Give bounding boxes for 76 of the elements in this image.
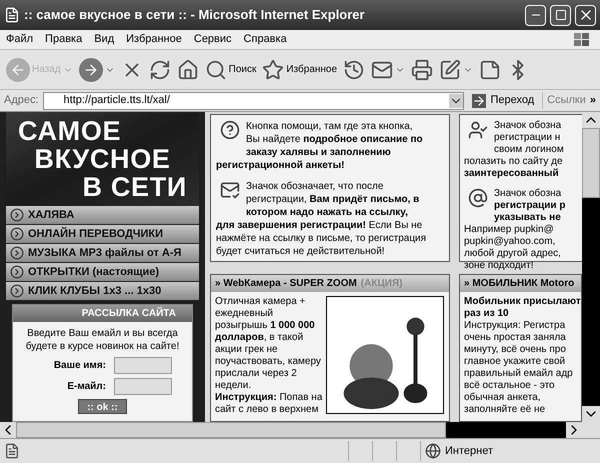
search-icon	[204, 58, 227, 80]
note-icon	[479, 58, 502, 80]
info-text: Кнопка помощи, там где эта кнопка, Вы найдете подробное описание по заказу халявы и заполнению	[246, 120, 423, 159]
at-sign-icon	[468, 188, 488, 208]
field-label: Е-майл:	[67, 380, 106, 394]
logo-text: В СЕТИ	[82, 173, 187, 201]
menu-item[interactable]: Правка	[39, 31, 88, 48]
window-title: :: самое вкусное в сети :: - Microsoft Internet Explorer	[24, 6, 366, 24]
help-icon	[220, 120, 240, 140]
info-text: регистрационной анкеты!	[216, 159, 344, 172]
scroll-thumb[interactable]	[582, 128, 600, 198]
logo-text: САМОЕ	[18, 117, 122, 145]
nav-link[interactable]: ХАЛЯВА	[6, 206, 199, 225]
house-icon	[176, 58, 199, 80]
offer-text: Мобильник присылают раз из 10 Инструкция: Регистра очень простая заняла минуту, всё очень про главное укажите свой правильный емайл адр всё остальное - это обычная анкета, заполняйте её не	[464, 296, 581, 416]
address-field[interactable]: http://particle.tts.lt/xal/	[42, 92, 464, 110]
vertical-scrollbar[interactable]	[582, 112, 600, 422]
minimize-button[interactable]	[525, 4, 546, 26]
offer-title: » WebКамера - SUPER ZOOM	[215, 277, 357, 291]
user-check-icon	[468, 120, 488, 140]
envelope-check-icon	[220, 180, 240, 200]
menu-item[interactable]: Справка	[238, 31, 293, 48]
address-label: Адрес:	[4, 93, 39, 108]
links-label[interactable]: Ссылки	[542, 92, 586, 109]
info-text: Например pupkin@ pupkin@yahoo.com, любой другой адрес, зоне подходит!	[464, 224, 561, 272]
maximize-button[interactable]	[550, 4, 571, 26]
offer-tag: (АКЦИЯ)	[360, 276, 402, 291]
logo-text: ВКУСНОЕ	[34, 145, 171, 173]
edit-icon	[439, 58, 462, 80]
field-label: Ваше имя:	[54, 359, 106, 373]
go-button[interactable]: Переход	[468, 92, 538, 109]
nav-link[interactable]: КЛИК КЛУБЫ 1x3 ... 1x30	[6, 282, 199, 301]
menu-item[interactable]: Файл	[0, 31, 40, 48]
newsletter-text: Введите Ваш емайл и вы всегда будете в курсе новинок на сайте!	[24, 327, 180, 353]
page-icon	[4, 443, 20, 459]
forward-icon	[78, 58, 103, 82]
menu-item[interactable]: Избранное	[120, 31, 188, 48]
more-button[interactable]: »	[590, 92, 596, 109]
menu-item[interactable]: Вид	[88, 31, 120, 48]
input-field[interactable]	[114, 378, 172, 395]
star-icon	[262, 58, 284, 80]
nav-link[interactable]: ОНЛАЙН ПЕРЕВОДЧИКИ	[6, 225, 199, 244]
history-icon	[343, 58, 366, 80]
offer-text: Отличная камера + ежедневный розыгрышь 1 000 000 долларов, в такой акции грек не поучаствовать, камеру прислали через 2 недели. Инструкция: Попав на сайт с лево в верхнем	[215, 296, 322, 416]
dropdown-icon	[449, 94, 464, 108]
close-button[interactable]	[575, 4, 596, 26]
info-text: Значок обозна регистрации н своим логином	[494, 120, 564, 156]
bullet-icon	[10, 246, 24, 260]
nav-link[interactable]: ОТКРЫТКИ (настоящие)	[6, 263, 199, 282]
refresh-icon	[148, 58, 171, 80]
info-text: Значок обозна регистрации р указывать не	[494, 188, 566, 224]
zone-label: Интернет	[445, 444, 493, 459]
nav-link[interactable]: МУЗЫКА MP3 файлы от А-Я	[6, 244, 199, 263]
bullet-icon	[10, 227, 24, 241]
offer-title: » МОБИЛЬНИК Motoro	[464, 277, 574, 291]
scroll-thumb[interactable]	[16, 422, 446, 438]
info-text: Значок обозначает, что после регистрации, Вам придёт письмо, в котором надо нажать на ссылку,	[246, 180, 420, 219]
bullet-icon	[10, 265, 24, 279]
input-field[interactable]	[114, 357, 172, 374]
maximize-icon	[554, 9, 566, 21]
globe-icon	[425, 443, 441, 459]
newsletter-title: РАССЫЛКА САЙТА	[13, 305, 192, 322]
horizontal-scrollbar[interactable]	[0, 422, 600, 438]
bullet-icon	[10, 284, 24, 298]
search-button[interactable]: Поиск	[202, 54, 258, 86]
printer-icon	[411, 58, 434, 80]
page-icon	[4, 7, 20, 23]
back-icon	[6, 58, 30, 82]
info-text: для завершения регистрации! Если Вы не нажмёте на ссылку в письме, то регистрация будет считаться не действительной!	[216, 219, 426, 258]
windows-logo-icon	[572, 32, 592, 48]
ok-button[interactable]: :: ok ::	[78, 399, 127, 414]
menu-item[interactable]: Сервис	[188, 31, 238, 48]
scroll-down-icon	[582, 406, 600, 422]
favorites-button[interactable]: Избранное	[260, 54, 340, 86]
bullet-icon	[10, 208, 24, 222]
info-text: полазить по сайту де заинтересованный	[464, 156, 563, 180]
